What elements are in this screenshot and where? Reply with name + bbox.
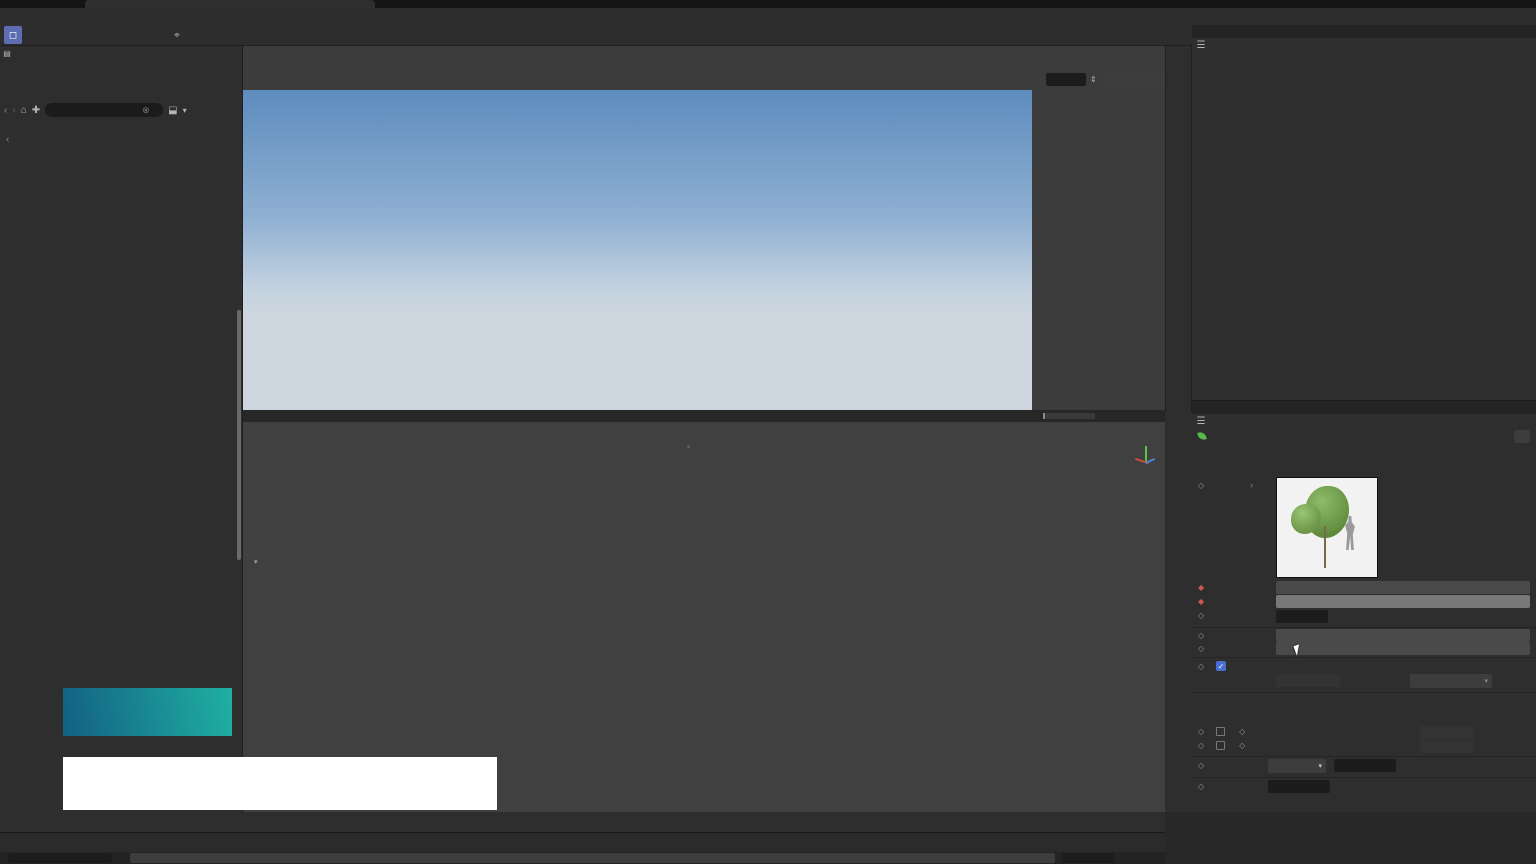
attribute-manager: ☰ ◇ › ◆ ◆ ◇ (1192, 400, 1536, 812)
object-manager: ☰ (1192, 25, 1536, 400)
render-mode-dropdown[interactable] (1276, 629, 1530, 642)
zoom-value[interactable] (1046, 73, 1086, 86)
size-dropdown[interactable]: ▾ (1101, 72, 1175, 86)
leaf-density-field[interactable] (1276, 610, 1328, 623)
use2-checkbox[interactable] (1216, 741, 1225, 750)
custom-scale-unit-dropdown[interactable]: ▾ (1410, 674, 1492, 688)
camera-swap-icon[interactable]: ◦ (687, 442, 690, 451)
document-tab[interactable] (85, 0, 375, 8)
timeline-range-slider[interactable] (130, 853, 1055, 863)
viewport[interactable]: ◦ ▾ (243, 422, 1165, 812)
plant-object-icon (1197, 431, 1206, 440)
timeline-ruler[interactable] (0, 832, 1165, 852)
plant-thumbnail[interactable] (1276, 477, 1378, 578)
bottom-right-filler (1165, 812, 1536, 864)
range-end-field[interactable] (1062, 853, 1114, 863)
model-dropdown[interactable] (1276, 581, 1530, 594)
use1-checkbox[interactable] (1216, 727, 1225, 736)
progress-bar (1043, 413, 1095, 419)
om-hamburger-icon[interactable]: ☰ (1192, 40, 1210, 51)
ab-scrollbar[interactable] (237, 310, 241, 560)
subdivision-mode-dropdown[interactable]: ▾ (1268, 759, 1326, 773)
window-titlebar (0, 0, 1536, 8)
attr-hamburger-icon[interactable]: ☰ (1192, 416, 1210, 427)
render-view-toolbar (245, 70, 1163, 90)
rendered-image (243, 90, 1032, 410)
object-manager-menu: ☰ (1192, 38, 1536, 53)
capsules-badge (63, 688, 232, 736)
live-selection-tool[interactable]: ◻ (4, 26, 22, 44)
season-dropdown[interactable] (1276, 595, 1530, 608)
custom-scale-field[interactable] (1276, 674, 1340, 687)
axis-lock-icon[interactable]: ⌖ (168, 26, 186, 44)
leaf-amount-field[interactable] (1268, 780, 1330, 793)
object-palette (1165, 46, 1192, 412)
range-start-field[interactable] (8, 853, 112, 863)
axis-gizmo (1133, 444, 1159, 474)
cinema4d-window: ◻ ⌖ ▤ ‹ › ⌂ ✚ ⊗ ⬓ ▾ ‹ (0, 0, 1536, 864)
video-title-card (63, 757, 497, 810)
use-document-scale-checkbox[interactable]: ✓ (1216, 661, 1226, 671)
progress-strip (243, 410, 1165, 422)
subdivision-field[interactable] (1334, 759, 1396, 772)
zoom-stepper[interactable]: ⇕ (1090, 75, 1097, 84)
menu-bar (0, 8, 1536, 24)
render-view: ⇕ ▾ ⚙ ◦ ▾ (243, 46, 1165, 812)
custom-button[interactable] (1514, 430, 1530, 443)
min-branch-thickness-field[interactable] (1420, 726, 1474, 739)
attr-mode-row: ☰ (1192, 414, 1536, 429)
max-branch-depth-field[interactable] (1420, 740, 1474, 753)
timeline-range-row (0, 852, 1165, 864)
editor-mode-dropdown[interactable] (1276, 642, 1530, 655)
transport-bar (243, 812, 1165, 832)
